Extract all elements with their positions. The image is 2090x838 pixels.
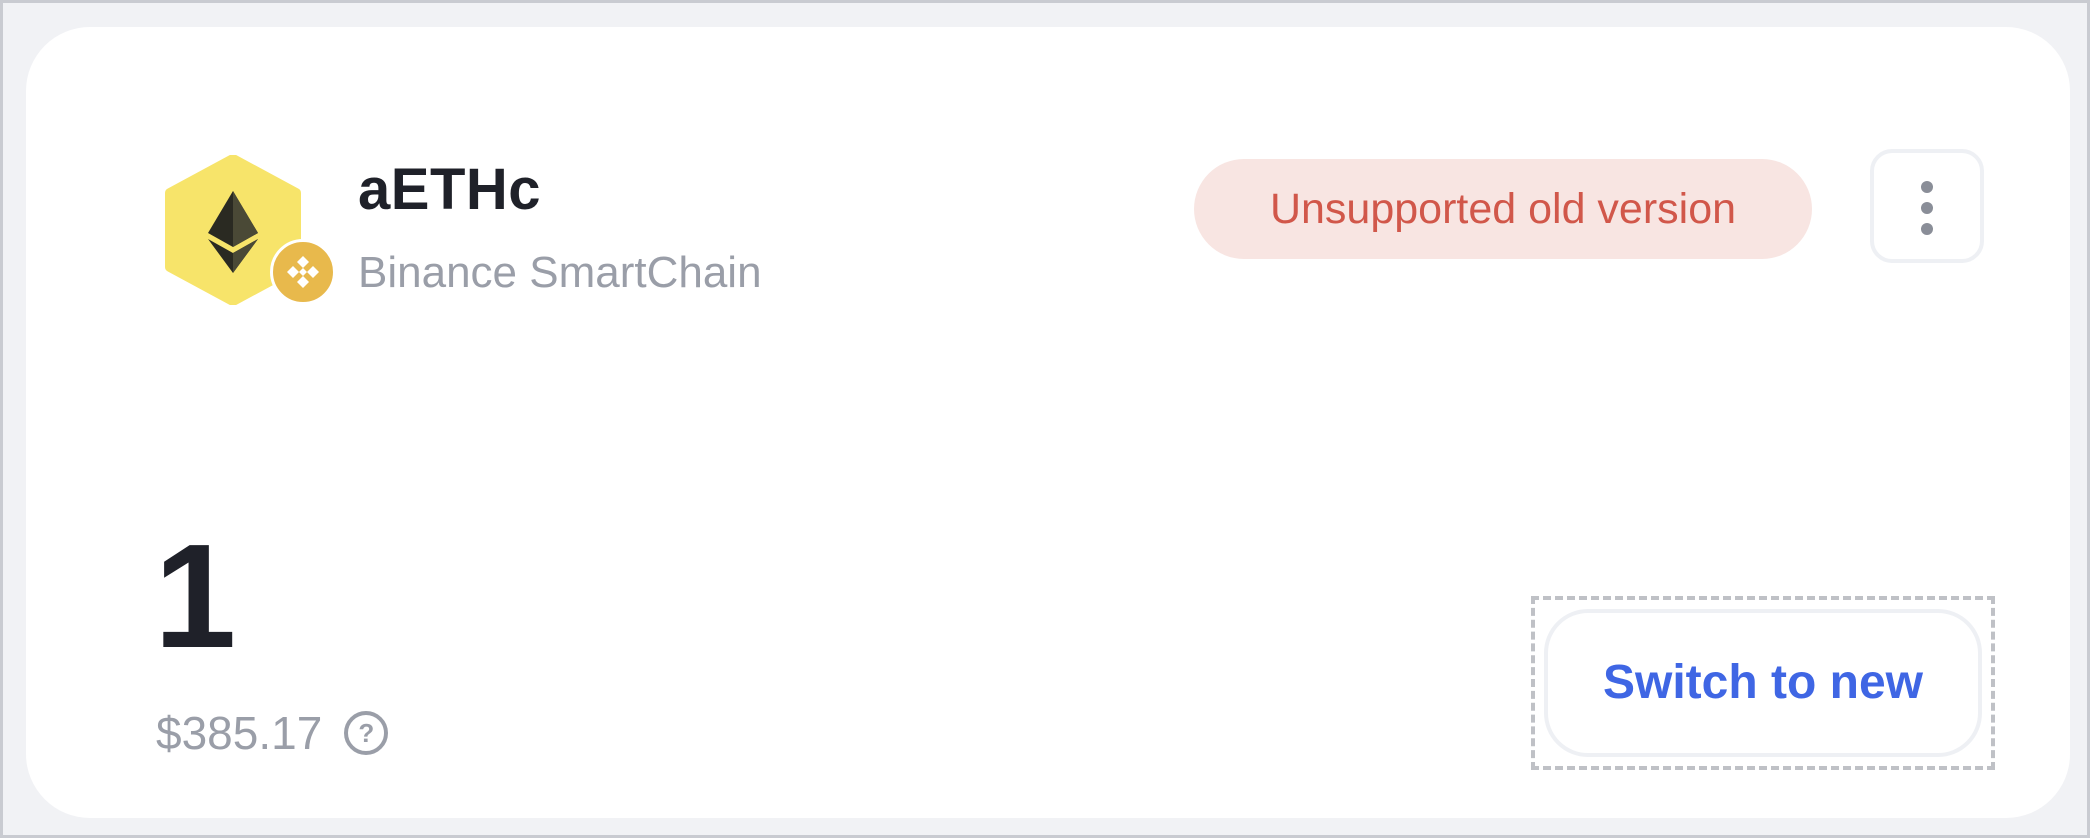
more-options-button[interactable] [1870, 149, 1984, 263]
network-name: Binance SmartChain [358, 248, 762, 297]
window-frame: aETHc Binance SmartChain Unsupported old… [3, 3, 2087, 835]
fiat-value: $385.17 [156, 707, 323, 759]
token-card: aETHc Binance SmartChain Unsupported old… [26, 27, 2070, 818]
help-icon[interactable]: ? [344, 711, 389, 755]
token-symbol: aETHc [358, 157, 542, 222]
switch-to-new-button[interactable]: Switch to new [1544, 609, 1982, 757]
fiat-row: $385.17 ? [156, 701, 389, 765]
more-vertical-icon [1921, 181, 1933, 235]
status-badge: Unsupported old version [1194, 159, 1812, 259]
token-logo [158, 155, 336, 305]
token-amount: 1 [154, 514, 237, 679]
binance-icon [270, 239, 336, 305]
